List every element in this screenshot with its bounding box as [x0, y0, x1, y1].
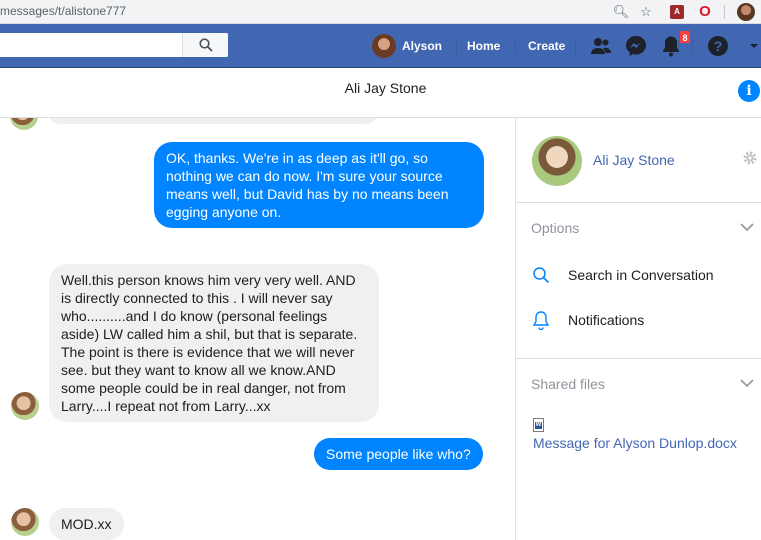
- messenger-icon[interactable]: [624, 34, 648, 58]
- notification-count-badge: 8: [679, 30, 691, 44]
- contact-avatar: [11, 508, 39, 536]
- message-thread[interactable]: OK, thanks. We're in as deep as it'll go…: [0, 118, 515, 540]
- message-bubble-outgoing[interactable]: Some people like who?: [314, 438, 483, 470]
- contact-avatar-large[interactable]: [532, 136, 582, 186]
- help-icon[interactable]: ?: [706, 34, 730, 58]
- divider: [516, 358, 761, 359]
- conversation-sidebar: Ali Jay Stone Options Search in Conversa…: [515, 118, 761, 540]
- chevron-down-icon[interactable]: [740, 378, 754, 388]
- nav-divider: [692, 38, 693, 54]
- home-link[interactable]: Home: [467, 34, 500, 58]
- avatar: [372, 34, 396, 58]
- opera-extension-icon[interactable]: O: [696, 3, 714, 21]
- search-input[interactable]: [0, 33, 180, 57]
- browser-toolbar: messages/t/alistone777 🔍︎ ☆ A O: [0, 0, 761, 24]
- nav-divider: [575, 38, 576, 54]
- search-in-conversation-option[interactable]: Search in Conversation: [532, 263, 714, 287]
- option-label: Notifications: [568, 312, 645, 328]
- search-icon: [199, 38, 213, 52]
- gear-icon[interactable]: [742, 150, 758, 166]
- message-bubble-incoming[interactable]: Well.this person knows him very very wel…: [49, 264, 379, 422]
- contact-avatar: [10, 118, 38, 130]
- divider: [516, 202, 761, 203]
- word-doc-icon: W: [533, 418, 544, 432]
- notifications-option[interactable]: Notifications: [532, 308, 644, 332]
- shared-file-link[interactable]: Message for Alyson Dunlop.docx: [533, 435, 737, 451]
- profile-link[interactable]: Alyson: [372, 34, 442, 58]
- bookmark-star-icon[interactable]: ☆: [637, 3, 655, 21]
- bell-icon: [532, 311, 550, 330]
- option-label: Search in Conversation: [568, 267, 714, 283]
- conversation-title: Ali Jay Stone: [344, 80, 427, 96]
- address-bar[interactable]: messages/t/alistone777: [0, 4, 126, 18]
- chevron-down-icon[interactable]: [740, 222, 754, 232]
- info-icon[interactable]: i: [738, 80, 760, 102]
- friend-requests-icon[interactable]: [589, 34, 613, 58]
- nav-divider: [456, 38, 457, 54]
- svg-text:?: ?: [714, 38, 723, 54]
- toolbar-divider: [724, 5, 725, 19]
- message-bubble-outgoing[interactable]: OK, thanks. We're in as deep as it'll go…: [154, 142, 484, 228]
- message-bubble-partial[interactable]: [48, 118, 378, 124]
- message-bubble-incoming[interactable]: MOD.xx: [49, 508, 124, 540]
- search-icon: [533, 267, 550, 284]
- options-section-label[interactable]: Options: [531, 220, 579, 236]
- search-box: [0, 33, 228, 57]
- browser-profile-avatar[interactable]: [737, 3, 755, 21]
- nav-divider: [515, 38, 516, 54]
- pdf-extension-icon[interactable]: A: [670, 5, 684, 19]
- zoom-icon[interactable]: 🔍︎: [612, 3, 630, 21]
- account-menu-caret-icon[interactable]: [748, 34, 760, 58]
- contact-avatar: [11, 392, 39, 420]
- shared-files-section-label[interactable]: Shared files: [531, 376, 605, 392]
- search-button[interactable]: [182, 33, 228, 57]
- profile-name: Alyson: [402, 39, 443, 53]
- facebook-header: Alyson Home Create 8 ?: [0, 24, 761, 68]
- create-link[interactable]: Create: [528, 34, 565, 58]
- contact-name-link[interactable]: Ali Jay Stone: [593, 152, 675, 168]
- conversation-header: Ali Jay Stone i: [0, 68, 761, 118]
